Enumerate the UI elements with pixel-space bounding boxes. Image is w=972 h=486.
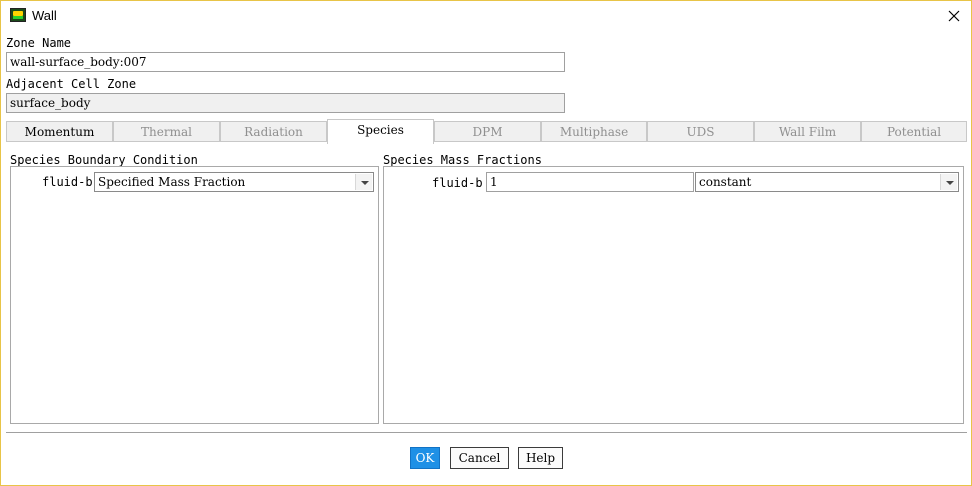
- species-bc-panel: fluid-b Specified Mass Fraction: [10, 166, 379, 424]
- species-tab-content: Species Boundary Condition fluid-b Speci…: [6, 142, 967, 429]
- zone-name-input[interactable]: wall-surface_body:007: [6, 52, 565, 72]
- tab-thermal: Thermal: [113, 121, 220, 142]
- species-bc-title: Species Boundary Condition: [10, 153, 198, 167]
- mass-fraction-input[interactable]: 1: [486, 172, 694, 192]
- close-icon: [948, 10, 960, 22]
- title-bar[interactable]: Wall: [1, 1, 971, 31]
- mass-fraction-method-value: constant: [699, 175, 752, 189]
- tab-uds: UDS: [647, 121, 754, 142]
- fluent-app-icon: [10, 8, 26, 22]
- cancel-button[interactable]: Cancel: [450, 447, 509, 469]
- wall-dialog: Wall Zone Name wall-surface_body:007 Adj…: [0, 0, 972, 486]
- species-mass-fractions-panel: fluid-b 1 constant: [383, 166, 964, 424]
- species-bc-dropdown[interactable]: Specified Mass Fraction: [94, 172, 374, 192]
- tab-wall-film: Wall Film: [754, 121, 861, 142]
- species-bc-row-label: fluid-b: [42, 175, 93, 189]
- button-separator: [6, 432, 967, 434]
- tab-multiphase: Multiphase: [541, 121, 647, 142]
- zone-name-label: Zone Name: [6, 36, 72, 50]
- chevron-down-icon: [940, 174, 957, 190]
- mass-fraction-method-dropdown[interactable]: constant: [695, 172, 959, 192]
- tab-dpm: DPM: [434, 121, 541, 142]
- ok-button[interactable]: OK: [410, 447, 440, 469]
- species-mass-fractions-title: Species Mass Fractions: [383, 153, 542, 167]
- help-button[interactable]: Help: [518, 447, 563, 469]
- window-title: Wall: [32, 8, 57, 23]
- chevron-down-icon: [355, 174, 372, 190]
- tab-momentum[interactable]: Momentum: [6, 121, 113, 142]
- adjacent-cell-zone-field: surface_body: [6, 93, 565, 113]
- tab-potential: Potential: [861, 121, 967, 142]
- tab-species[interactable]: Species: [327, 119, 434, 144]
- species-bc-dropdown-value: Specified Mass Fraction: [98, 175, 246, 189]
- mass-fraction-row-label: fluid-b: [432, 176, 483, 190]
- tab-radiation: Radiation: [220, 121, 327, 142]
- tab-bar: Momentum Thermal Radiation Species DPM M…: [6, 119, 967, 144]
- close-button[interactable]: [943, 5, 965, 27]
- adjacent-cell-zone-label: Adjacent Cell Zone: [6, 77, 137, 91]
